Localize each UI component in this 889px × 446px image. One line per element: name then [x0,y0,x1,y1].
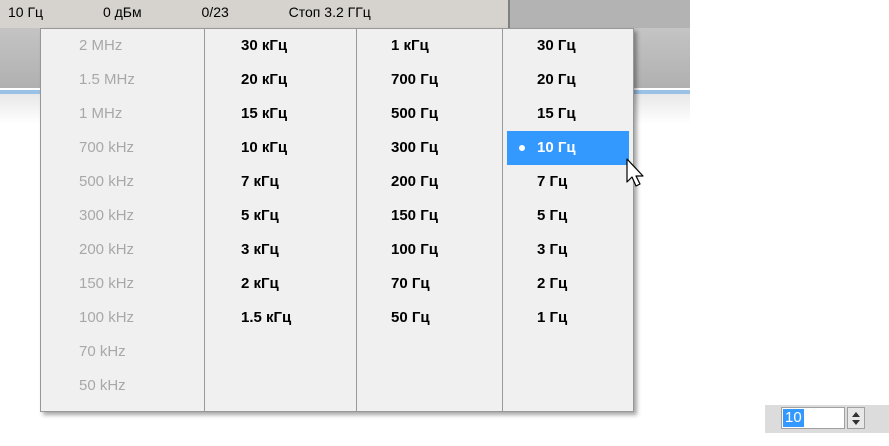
menu-item[interactable]: 2 кГц [205,267,356,301]
status-fields: 10 Гц 0 дБм 0/23 Стоп 3.2 ГГц [8,4,508,22]
menu-item-disabled: 50 kHz [79,377,126,394]
menu-item-disabled: 1.5 MHz [79,71,135,88]
menu-item[interactable]: 5 кГц [205,199,356,233]
menu-item[interactable]: 20 Гц [503,63,633,97]
menu-item[interactable]: 50 Гц [357,301,502,335]
rbw-spinbox: 10 [765,405,889,433]
menu-item-disabled: 200 kHz [79,241,135,258]
menu-item-disabled: 700 kHz [79,139,135,156]
spin-down-icon[interactable] [852,420,860,425]
menu-item[interactable]: 150 Гц [357,199,502,233]
rbw-value-text: 10 [783,409,804,427]
menu-item[interactable]: 2 Гц [503,267,633,301]
menu-item[interactable]: 7 Гц [503,165,633,199]
status-count: 0/23 [201,4,229,20]
menu-item-selected[interactable]: 10 Гц [507,131,629,165]
status-bar: 10 Гц 0 дБм 0/23 Стоп 3.2 ГГц [0,0,510,28]
menu-item-disabled: 2 MHz [79,37,123,54]
menu-item[interactable]: 1 кГц [357,29,502,63]
menu-item-disabled: 1 MHz [79,105,123,122]
menu-item[interactable]: 7 кГц [205,165,356,199]
menu-item[interactable]: 500 Гц [357,97,502,131]
menu-item-disabled: 300 kHz [79,207,135,224]
status-rbw: 10 Гц [8,4,44,20]
menu-item[interactable]: 30 Гц [503,29,633,63]
menu-item[interactable]: 5 Гц [503,199,633,233]
menu-item[interactable]: 15 кГц [205,97,356,131]
menu-item-disabled: 100 kHz [79,309,135,326]
menu-item[interactable]: 300 Гц [357,131,502,165]
menu-item[interactable]: 200 Гц [357,165,502,199]
arrow-cursor-icon [626,158,644,187]
menu-item[interactable]: 700 Гц [357,63,502,97]
status-level: 0 дБм [102,4,142,20]
status-stop: Стоп 3.2 ГГц [288,4,371,20]
menu-item[interactable]: 15 Гц [503,97,633,131]
menu-column-mhz: 2 MHz 1.5 MHz 1 MHz 700 kHz 500 kHz 300 … [41,29,205,411]
menu-column-low-hz: 30 Гц 20 Гц 15 Гц 10 Гц 7 Гц 5 Гц 3 Гц 2… [503,29,633,411]
rbw-value-input[interactable]: 10 [781,407,845,429]
radio-bullet-icon [519,145,525,151]
menu-item-disabled: 500 kHz [79,173,135,190]
menu-item-disabled: 70 kHz [79,343,126,360]
spin-up-icon[interactable] [852,412,860,417]
spin-buttons[interactable] [847,407,865,429]
menu-column-hz: 1 кГц 700 Гц 500 Гц 300 Гц 200 Гц 150 Гц… [357,29,503,411]
menu-item[interactable]: 20 кГц [205,63,356,97]
menu-column-khz: 30 кГц 20 кГц 15 кГц 10 кГц 7 кГц 5 кГц … [205,29,357,411]
menu-item[interactable]: 3 Гц [503,233,633,267]
menu-item[interactable]: 70 Гц [357,267,502,301]
menu-item[interactable]: 30 кГц [205,29,356,63]
menu-item[interactable]: 100 Гц [357,233,502,267]
menu-item[interactable]: 1 Гц [503,301,633,335]
menu-item[interactable]: 3 кГц [205,233,356,267]
menu-item-selected-label: 10 Гц [537,139,576,156]
menu-item[interactable]: 1.5 кГц [205,301,356,335]
menu-item-disabled: 150 kHz [79,275,135,292]
bandwidth-dropdown-menu: 2 MHz 1.5 MHz 1 MHz 700 kHz 500 kHz 300 … [40,28,634,412]
menu-item[interactable]: 10 кГц [205,131,356,165]
